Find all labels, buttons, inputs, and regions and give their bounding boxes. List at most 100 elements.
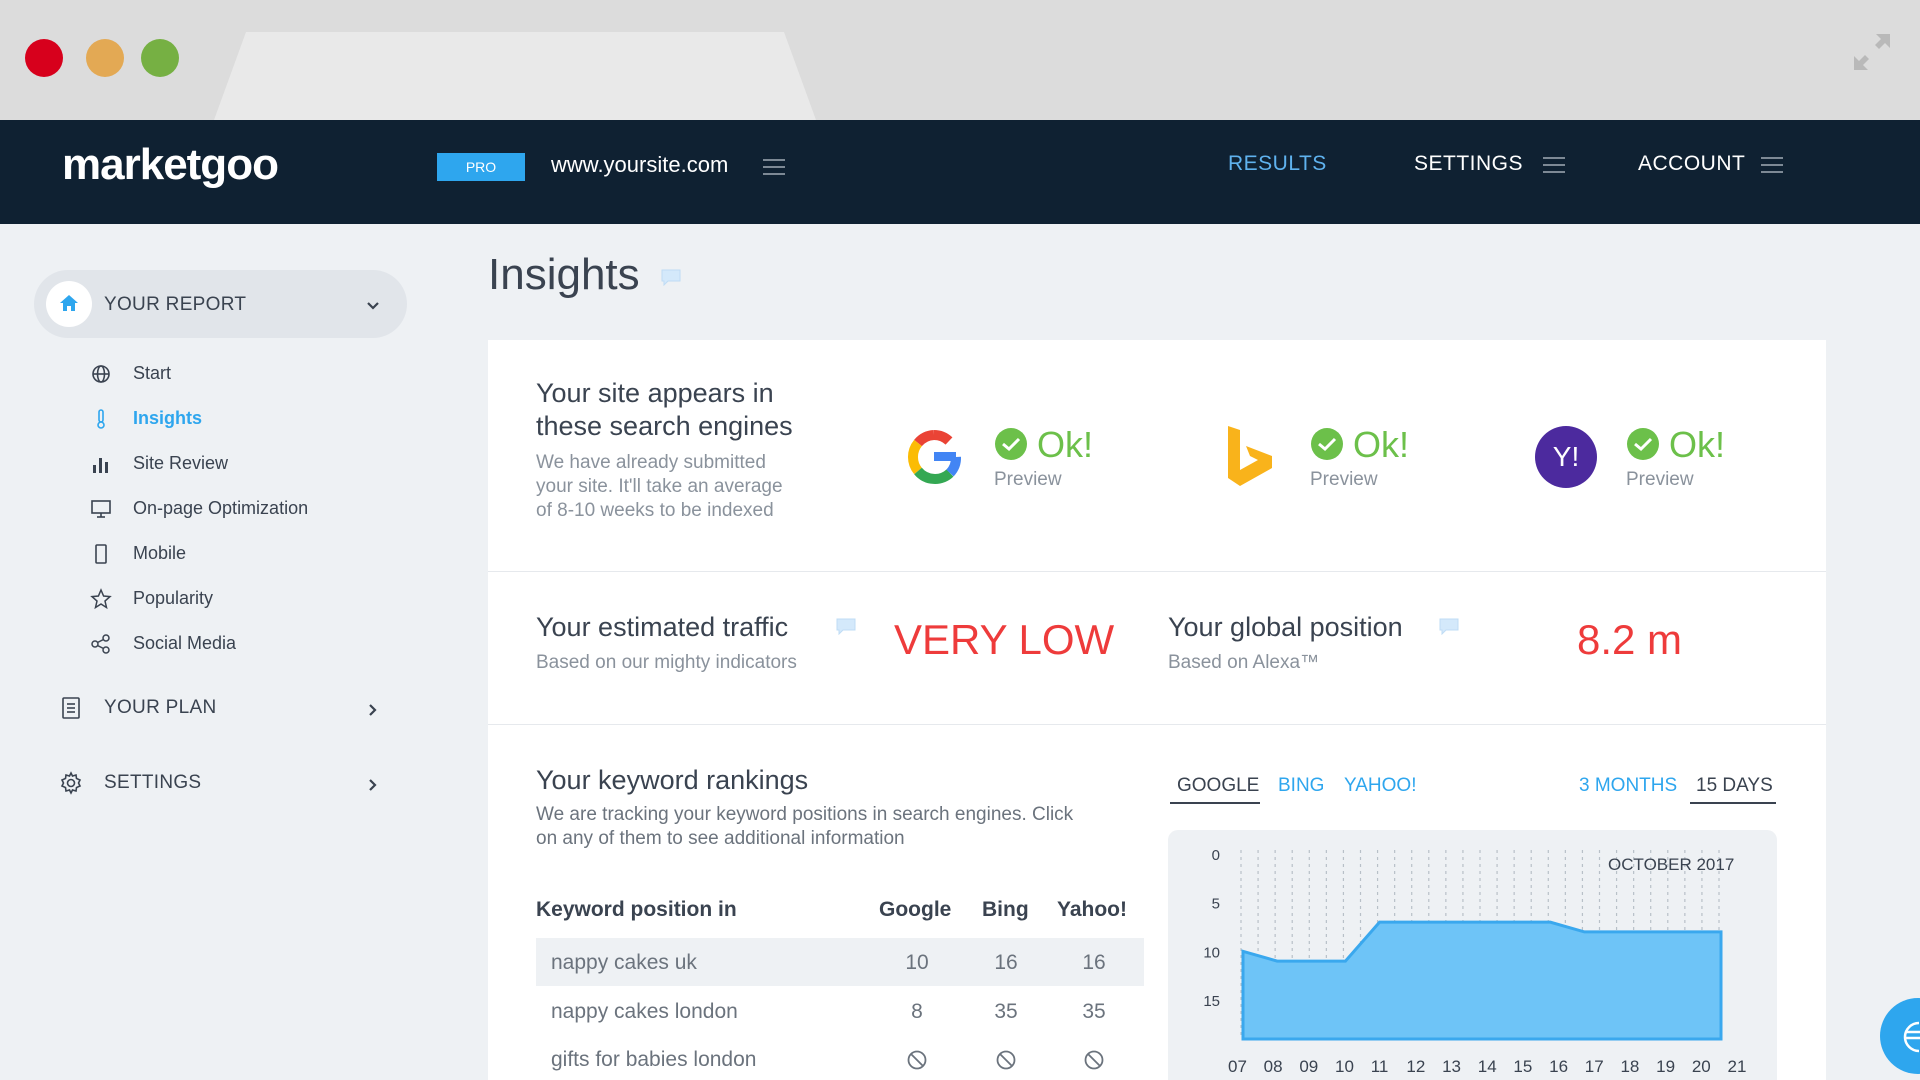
tab-yahoo[interactable]: YAHOO! (1344, 775, 1417, 797)
chart-x-tick-label: 21 (1728, 1057, 1747, 1076)
sidebar-item-start[interactable]: Start (133, 363, 171, 384)
checkmark-icon (1002, 437, 1021, 452)
nav-settings[interactable]: SETTINGS (1414, 152, 1523, 176)
bar-chart-icon (93, 458, 108, 473)
tab-google[interactable]: GOOGLE (1177, 775, 1259, 797)
chart-x-tick-label: 19 (1656, 1057, 1675, 1076)
checkmark-icon (1634, 437, 1653, 452)
engines-desc-line1: We have already submitted (536, 452, 766, 473)
chart-x-tick-label: 16 (1549, 1057, 1568, 1076)
kw-column-yahoo: Yahoo! (1057, 898, 1128, 921)
sidebar-item-site-review[interactable]: Site Review (133, 453, 228, 474)
site-selector[interactable]: www.yoursite.com (551, 152, 728, 178)
gear-icon (60, 771, 82, 795)
account-menu-icon[interactable] (1761, 157, 1783, 173)
bing-preview-link[interactable]: Preview (1310, 469, 1378, 491)
sidebar-item-social-media[interactable]: Social Media (133, 633, 236, 654)
bing-logo-icon (1228, 426, 1272, 486)
chart-x-tick-label: 08 (1264, 1057, 1283, 1076)
home-icon (60, 295, 78, 311)
keywords-desc-line1: We are tracking your keyword positions i… (536, 804, 1074, 825)
chart-x-tick-label: 13 (1442, 1057, 1461, 1076)
nav-account[interactable]: ACCOUNT (1638, 152, 1745, 176)
comment-icon[interactable] (1438, 617, 1460, 635)
position-value: 8.2 m (1577, 616, 1683, 663)
engines-desc-line3: of 8-10 weeks to be indexed (536, 500, 774, 521)
chart-y-tick-label: 15 (1203, 993, 1220, 1010)
chart-title: OCTOBER 2017 (1608, 855, 1734, 874)
kw-column-google: Google (879, 898, 952, 921)
keywords-heading: Your keyword rankings (536, 765, 809, 795)
comment-icon[interactable] (660, 268, 682, 286)
nav-results[interactable]: RESULTS (1228, 152, 1327, 176)
comment-icon[interactable] (835, 617, 857, 635)
window-close-button[interactable] (25, 39, 63, 77)
chart-x-tick-label: 07 (1228, 1057, 1247, 1076)
google-logo-icon (907, 430, 961, 484)
chart-x-tick-label: 11 (1371, 1057, 1389, 1076)
window-minimize-button[interactable] (86, 39, 124, 77)
share-icon (91, 634, 110, 654)
chevron-right-icon[interactable] (366, 703, 380, 717)
chart-y-tick-label: 0 (1212, 847, 1220, 864)
divider (488, 724, 1826, 725)
keyword-ranking-chart[interactable]: 0 5 10 15 07 08 09 10 11 12 13 14 15 16 17 18 19 20 21 OC… (1168, 830, 1777, 1080)
globe-icon (92, 365, 110, 383)
marketgoo-logo[interactable]: marketgoo (62, 140, 279, 190)
fullscreen-icon[interactable] (1850, 30, 1894, 74)
kw-keyword[interactable]: nappy cakes london (551, 1000, 738, 1024)
window-maximize-button[interactable] (141, 39, 179, 77)
sidebar-item-popularity[interactable]: Popularity (133, 588, 213, 609)
kw-bing-pos: 16 (994, 951, 1018, 974)
yahoo-logo-icon: Y! (1535, 426, 1597, 488)
tab-3-months[interactable]: 3 MONTHS (1579, 775, 1677, 797)
tab-bing[interactable]: BING (1278, 775, 1324, 797)
chart-series-area (1241, 920, 1723, 1041)
tab-15-days[interactable]: 15 DAYS (1696, 775, 1773, 797)
engines-heading-line1: Your site appears in (536, 378, 774, 408)
kw-keyword[interactable]: nappy cakes uk (551, 951, 697, 975)
thermometer-icon (97, 409, 105, 429)
monitor-icon (91, 500, 111, 518)
kw-keyword[interactable]: gifts for babies london (551, 1048, 756, 1072)
chevron-down-icon[interactable] (366, 299, 380, 313)
settings-label[interactable]: SETTINGS (104, 772, 201, 794)
checkmark-icon (1318, 437, 1337, 452)
pro-badge: PRO (437, 153, 525, 181)
chart-x-tick-label: 20 (1692, 1057, 1711, 1076)
top-navigation-bar (0, 120, 1920, 224)
sidebar-item-insights[interactable]: Insights (133, 408, 202, 429)
kw-google-pos: 8 (911, 1000, 923, 1023)
sidebar-item-on-page-optimization[interactable]: On-page Optimization (133, 498, 308, 519)
star-icon (90, 588, 112, 610)
yahoo-preview-link[interactable]: Preview (1626, 469, 1694, 491)
chart-x-tick-label: 17 (1585, 1057, 1604, 1076)
chart-x-tick-label: 09 (1299, 1057, 1318, 1076)
engines-desc-line2: your site. It'll take an average (536, 476, 783, 497)
chart-x-tick-label: 14 (1478, 1057, 1497, 1076)
google-preview-link[interactable]: Preview (994, 469, 1062, 491)
traffic-heading: Your estimated traffic (536, 612, 789, 642)
sidebar-item-mobile[interactable]: Mobile (133, 543, 186, 564)
kw-column-bing: Bing (982, 898, 1029, 921)
position-sub: Based on Alexa™ (1168, 652, 1320, 673)
kw-yahoo-pos: 16 (1082, 951, 1106, 974)
your-report-label: YOUR REPORT (104, 294, 247, 315)
settings-menu-icon[interactable] (1543, 157, 1565, 173)
not-ranked-icon (1084, 1050, 1104, 1070)
not-ranked-icon (996, 1050, 1016, 1070)
chevron-right-icon[interactable] (366, 778, 380, 792)
bing-status: Ok! (1353, 424, 1410, 465)
browser-tab[interactable] (214, 32, 816, 120)
engines-heading-line2: these search engines (536, 411, 793, 441)
traffic-value: VERY LOW (894, 616, 1115, 663)
chart-x-tick-label: 12 (1406, 1057, 1425, 1076)
keywords-desc-line2: on any of them to see additional informa… (536, 828, 905, 849)
google-status: Ok! (1037, 424, 1094, 465)
yahoo-status: Ok! (1669, 424, 1726, 465)
site-menu-icon[interactable] (763, 159, 785, 175)
your-plan-label[interactable]: YOUR PLAN (104, 697, 217, 719)
page-title: Insights (488, 250, 640, 299)
kw-google-pos: 10 (905, 951, 929, 974)
position-heading: Your global position (1168, 612, 1403, 642)
